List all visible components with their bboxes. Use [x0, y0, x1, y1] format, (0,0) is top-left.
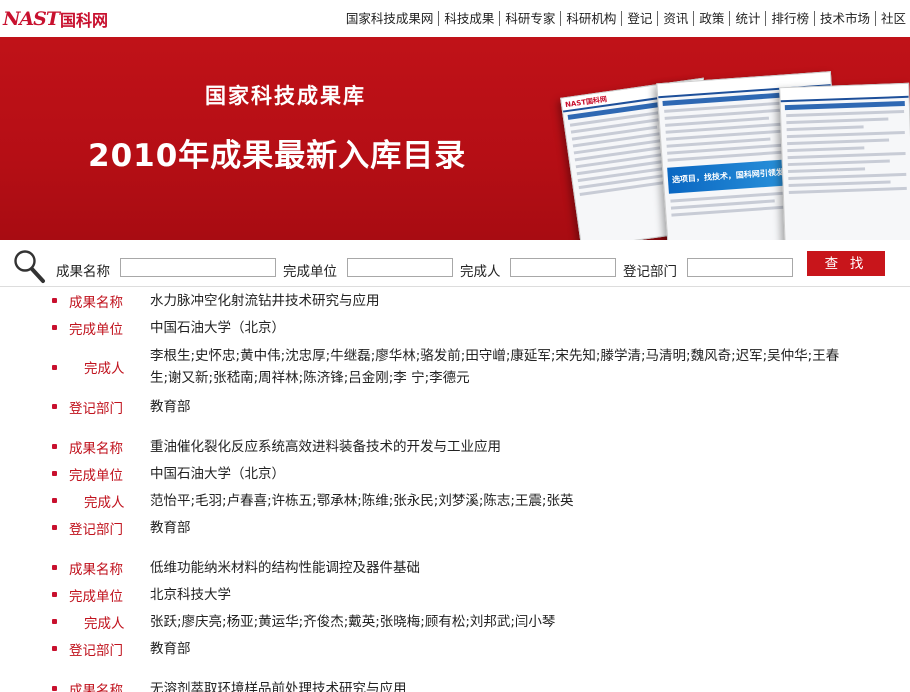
field-label: 完成单位 — [69, 321, 123, 338]
field-label: 登记部门 — [69, 521, 123, 538]
nav-item-register[interactable]: 登记 — [622, 11, 659, 26]
logo-text-en: NAST — [3, 8, 60, 30]
record-row-unit: 完成单位 中国石油大学（北京） — [0, 460, 910, 487]
record-row-people: 完成人 范怡平;毛羽;卢春喜;许栋五;鄂承林;陈维;张永民;刘梦溪;陈志;王震;… — [0, 487, 910, 514]
record-dept: 教育部 — [150, 398, 191, 415]
record-name-link[interactable]: 低维功能纳米材料的结构性能调控及器件基础 — [150, 557, 850, 579]
field-label: 成果名称 — [69, 682, 123, 692]
record-unit: 中国石油大学（北京） — [150, 465, 285, 482]
unit-input[interactable] — [347, 258, 453, 277]
field-label: 成果名称 — [69, 294, 123, 311]
nav-item-market[interactable]: 技术市场 — [815, 11, 876, 26]
bullet-icon — [52, 498, 57, 503]
top-bar: NAST 国科网 国家科技成果网 科技成果 科研专家 科研机构 登记 资讯 政策… — [0, 0, 910, 37]
bullet-icon — [52, 592, 57, 597]
bullet-icon — [52, 444, 57, 449]
record-row-dept: 登记部门 教育部 — [0, 393, 910, 420]
record-row-name: 成果名称 无溶剂萃取环境样品前处理技术研究与应用 — [0, 675, 910, 692]
record-row-dept: 登记部门 教育部 — [0, 514, 910, 541]
bullet-icon — [52, 298, 57, 303]
record-name-link[interactable]: 无溶剂萃取环境样品前处理技术研究与应用 — [150, 678, 850, 692]
field-label: 成果名称 — [69, 440, 123, 457]
record-unit: 中国石油大学（北京） — [150, 319, 285, 336]
record-row-people: 完成人 李根生;史怀忠;黄中伟;沈忠厚;牛继磊;廖华林;骆发前;田守嶒;康延军;… — [0, 341, 910, 393]
nav-item-institutions[interactable]: 科研机构 — [561, 11, 623, 26]
search-button[interactable]: 查 找 — [807, 251, 885, 276]
bullet-icon — [52, 646, 57, 651]
nav-item-news[interactable]: 资讯 — [658, 11, 695, 26]
record: 成果名称 低维功能纳米材料的结构性能调控及器件基础 完成单位 北京科技大学 完成… — [0, 554, 910, 662]
record-unit: 北京科技大学 — [150, 586, 231, 603]
record: 成果名称 水力脉冲空化射流钻井技术研究与应用 完成单位 中国石油大学（北京） 完… — [0, 287, 910, 420]
site-logo[interactable]: NAST 国科网 — [3, 6, 108, 32]
field-label: 完成人 — [84, 615, 125, 632]
label-unit: 完成单位 — [283, 264, 337, 280]
record: 成果名称 无溶剂萃取环境样品前处理技术研究与应用 — [0, 675, 910, 692]
label-people: 完成人 — [460, 264, 501, 280]
record: 成果名称 重油催化裂化反应系统高效进料装备技术的开发与工业应用 完成单位 中国石… — [0, 433, 910, 541]
nav-item-policy[interactable]: 政策 — [694, 11, 731, 26]
logo-text-cn: 国科网 — [59, 11, 108, 30]
record-row-name: 成果名称 重油催化裂化反应系统高效进料装备技术的开发与工业应用 — [0, 433, 910, 460]
nav-item-ranking[interactable]: 排行榜 — [766, 11, 815, 26]
banner-subtitle: 国家科技成果库 — [205, 84, 366, 108]
nav-item-statistics[interactable]: 统计 — [730, 11, 767, 26]
record-row-people: 完成人 张跃;廖庆亮;杨亚;黄运华;齐俊杰;戴英;张晓梅;顾有松;刘邦武;闫小琴 — [0, 608, 910, 635]
bullet-icon — [52, 525, 57, 530]
people-input[interactable] — [510, 258, 616, 277]
record-row-name: 成果名称 水力脉冲空化射流钻井技术研究与应用 — [0, 287, 910, 314]
bullet-icon — [52, 471, 57, 476]
record-row-unit: 完成单位 北京科技大学 — [0, 581, 910, 608]
record-row-unit: 完成单位 中国石油大学（北京） — [0, 314, 910, 341]
bullet-icon — [52, 364, 57, 370]
nav-item-community[interactable]: 社区 — [876, 11, 906, 26]
label-dept: 登记部门 — [623, 264, 677, 280]
field-label: 完成单位 — [69, 467, 123, 484]
field-label: 完成人 — [84, 361, 125, 377]
achievement-name-input[interactable] — [120, 258, 276, 277]
record-dept: 教育部 — [150, 519, 191, 536]
record-people: 李根生;史怀忠;黄中伟;沈忠厚;牛继磊;廖华林;骆发前;田守嶒;康延军;宋先知;… — [150, 348, 840, 386]
top-nav: 国家科技成果网 科技成果 科研专家 科研机构 登记 资讯 政策 统计 排行榜 技… — [341, 11, 906, 26]
nav-item-achievements[interactable]: 科技成果 — [439, 11, 501, 26]
field-label: 登记部门 — [69, 400, 123, 417]
bullet-icon — [52, 404, 57, 409]
search-bar: 成果名称 完成单位 完成人 登记部门 查 找 — [0, 245, 910, 287]
records-list: 成果名称 水力脉冲空化射流钻井技术研究与应用 完成单位 中国石油大学（北京） 完… — [0, 287, 910, 692]
record-row-name: 成果名称 低维功能纳米材料的结构性能调控及器件基础 — [0, 554, 910, 581]
banner-screenshot-3 — [779, 82, 910, 240]
bullet-icon — [52, 325, 57, 330]
record-name-link[interactable]: 水力脉冲空化射流钻井技术研究与应用 — [150, 290, 850, 312]
banner-title: 2010年成果最新入库目录 — [88, 138, 467, 174]
record-name-link[interactable]: 重油催化裂化反应系统高效进料装备技术的开发与工业应用 — [150, 436, 850, 458]
bullet-icon — [52, 619, 57, 624]
record-row-dept: 登记部门 教育部 — [0, 635, 910, 662]
field-label: 登记部门 — [69, 642, 123, 659]
label-achievement-name: 成果名称 — [56, 264, 110, 280]
search-icon — [14, 250, 45, 283]
nav-item-experts[interactable]: 科研专家 — [500, 11, 562, 26]
record-people: 范怡平;毛羽;卢春喜;许栋五;鄂承林;陈维;张永民;刘梦溪;陈志;王震;张英 — [150, 492, 574, 509]
dept-input[interactable] — [687, 258, 793, 277]
field-label: 完成人 — [84, 494, 125, 511]
bullet-icon — [52, 686, 57, 691]
field-label: 完成单位 — [69, 588, 123, 605]
record-people: 张跃;廖庆亮;杨亚;黄运华;齐俊杰;戴英;张晓梅;顾有松;刘邦武;闫小琴 — [150, 613, 556, 630]
hero-banner: 国家科技成果库 2010年成果最新入库目录 NAST国科网 选项目，找技术，国科… — [0, 37, 910, 240]
record-dept: 教育部 — [150, 640, 191, 657]
bullet-icon — [52, 565, 57, 570]
nav-item-home[interactable]: 国家科技成果网 — [341, 11, 440, 26]
field-label: 成果名称 — [69, 561, 123, 578]
